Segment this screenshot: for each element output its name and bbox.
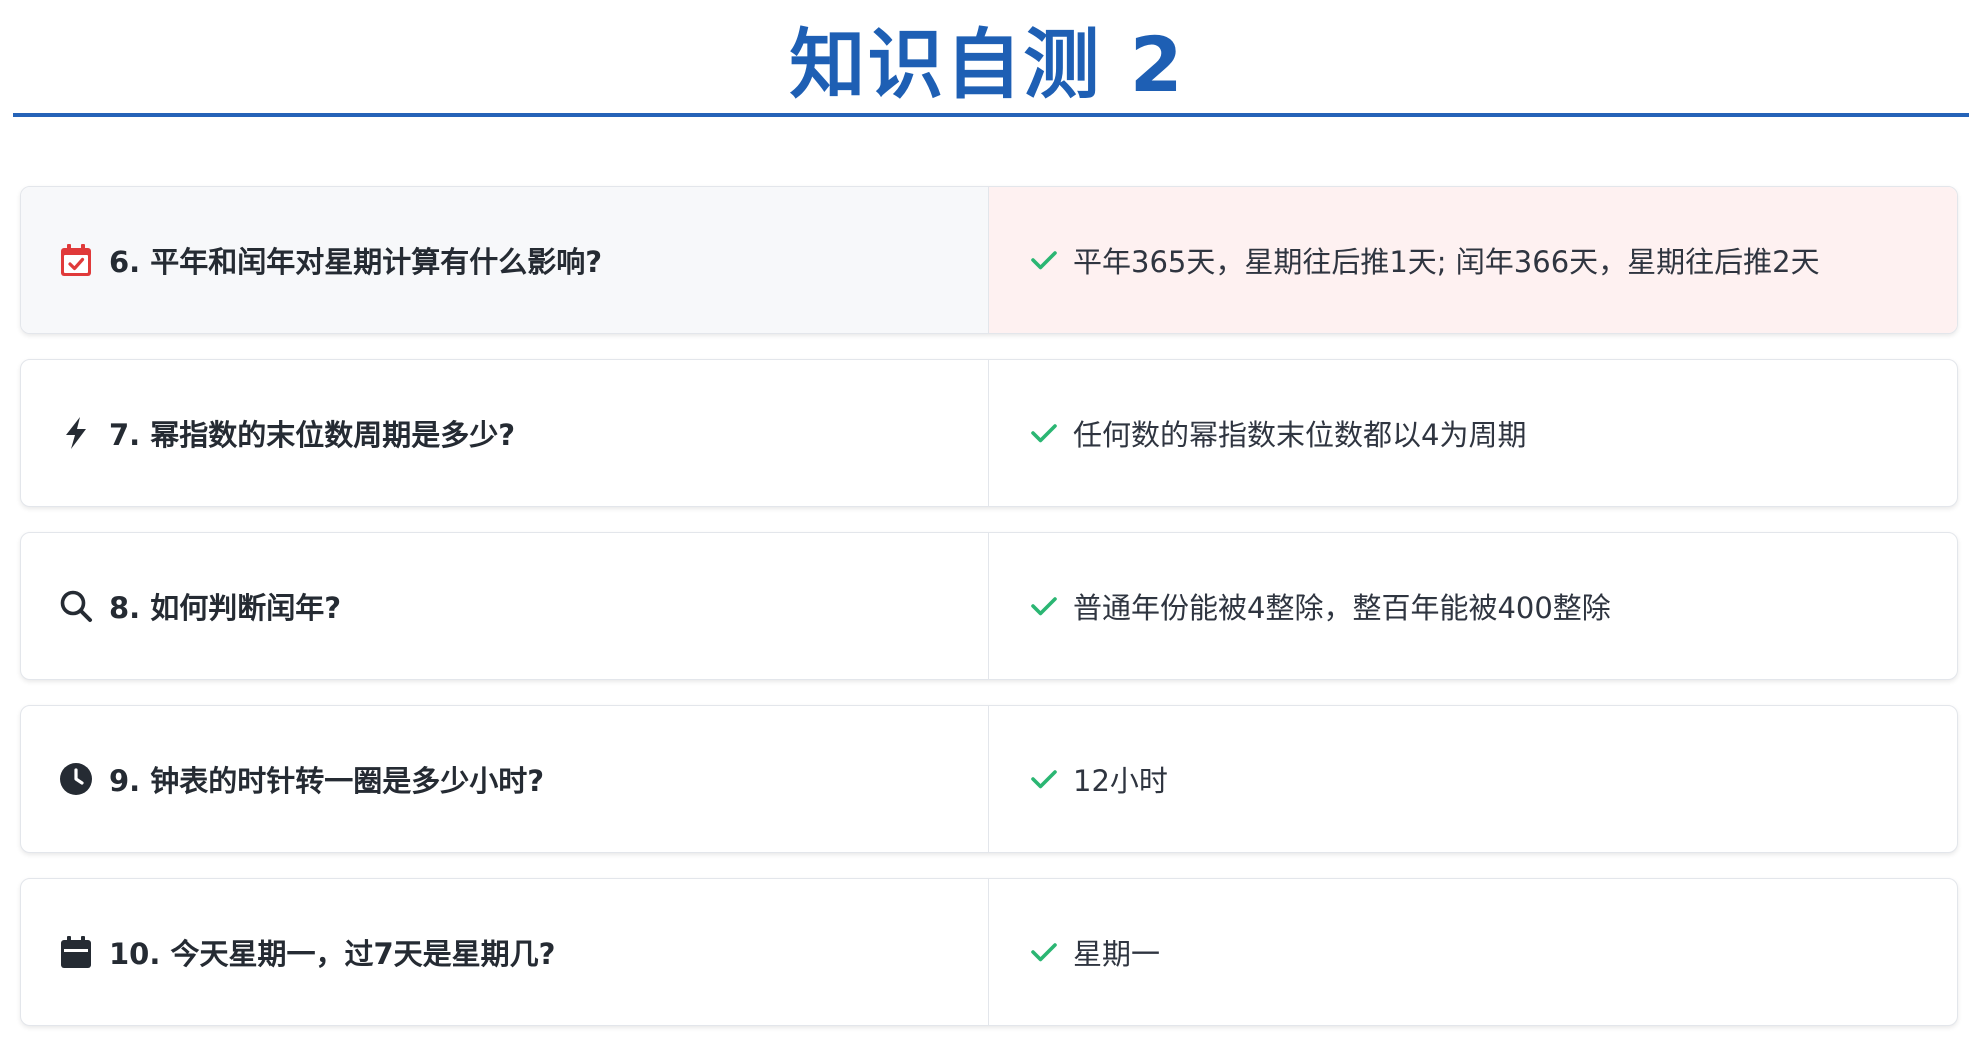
question-cell: 7. 幂指数的末位数周期是多少? — [21, 360, 989, 506]
quiz-card[interactable]: 10. 今天星期一，过7天是星期几? 星期一 — [20, 878, 1958, 1026]
answer-cell: 平年365天，星期往后推1天; 闰年366天，星期往后推2天 — [989, 187, 1957, 333]
lightning-bolt-icon — [59, 416, 93, 450]
answer-text: 任何数的幂指数末位数都以4为周期 — [1073, 418, 1527, 452]
answer-cell: 12小时 — [989, 706, 1957, 852]
check-icon — [1029, 245, 1059, 275]
quiz-card[interactable]: 6. 平年和闰年对星期计算有什么影响? 平年365天，星期往后推1天; 闰年36… — [20, 186, 1958, 334]
question-cell: 9. 钟表的时针转一圈是多少小时? — [21, 706, 989, 852]
page-title: 知识自测 2 — [789, 20, 1185, 109]
calendar-icon — [59, 935, 93, 969]
quiz-card[interactable]: 8. 如何判断闰年? 普通年份能被4整除，整百年能被400整除 — [20, 532, 1958, 680]
question-text: 6. 平年和闰年对星期计算有什么影响? — [109, 245, 603, 279]
quiz-card[interactable]: 7. 幂指数的末位数周期是多少? 任何数的幂指数末位数都以4为周期 — [20, 359, 1958, 507]
title-divider — [13, 113, 1969, 117]
quiz-card[interactable]: 9. 钟表的时针转一圈是多少小时? 12小时 — [20, 705, 1958, 853]
check-icon — [1029, 591, 1059, 621]
question-cell: 10. 今天星期一，过7天是星期几? — [21, 879, 989, 1025]
clock-icon — [59, 762, 93, 796]
answer-cell: 普通年份能被4整除，整百年能被400整除 — [989, 533, 1957, 679]
calendar-check-icon — [59, 243, 93, 277]
check-icon — [1029, 764, 1059, 794]
search-icon — [59, 589, 93, 623]
check-icon — [1029, 418, 1059, 448]
answer-text: 星期一 — [1073, 937, 1161, 971]
question-text: 10. 今天星期一，过7天是星期几? — [109, 937, 556, 971]
question-text: 8. 如何判断闰年? — [109, 591, 342, 625]
check-icon — [1029, 937, 1059, 967]
question-cell: 6. 平年和闰年对星期计算有什么影响? — [21, 187, 989, 333]
answer-text: 平年365天，星期往后推1天; 闰年366天，星期往后推2天 — [1073, 245, 1820, 279]
question-cell: 8. 如何判断闰年? — [21, 533, 989, 679]
answer-cell: 星期一 — [989, 879, 1957, 1025]
question-text: 9. 钟表的时针转一圈是多少小时? — [109, 764, 545, 798]
quiz-list: 6. 平年和闰年对星期计算有什么影响? 平年365天，星期往后推1天; 闰年36… — [20, 186, 1958, 1051]
answer-text: 12小时 — [1073, 764, 1168, 798]
question-text: 7. 幂指数的末位数周期是多少? — [109, 418, 516, 452]
answer-cell: 任何数的幂指数末位数都以4为周期 — [989, 360, 1957, 506]
answer-text: 普通年份能被4整除，整百年能被400整除 — [1073, 591, 1611, 625]
